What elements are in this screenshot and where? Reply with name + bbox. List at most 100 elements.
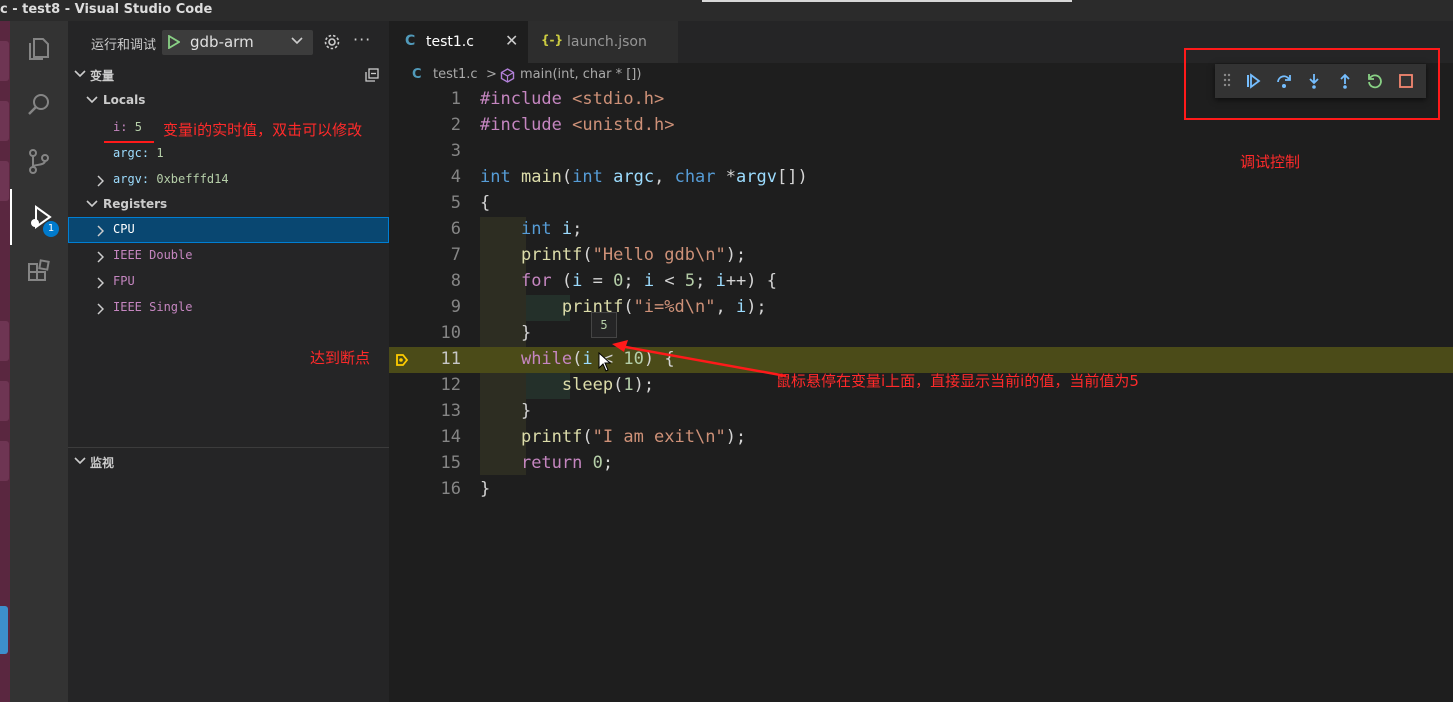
sidebar-header: 运行和调试 gdb-arm ··· xyxy=(68,21,389,63)
register-group-cpu[interactable]: CPU xyxy=(68,217,389,243)
code-line[interactable]: 8 for (i = 0; i < 5; i++) { xyxy=(389,269,1453,295)
code-text: } xyxy=(480,401,532,421)
annotation-arrow xyxy=(612,340,787,378)
variable-annotation: 变量i的实时值，双击可以修改 xyxy=(163,121,363,139)
line-number: 12 xyxy=(440,375,461,395)
debug-badge: 1 xyxy=(43,221,59,237)
dock-item[interactable] xyxy=(0,161,9,201)
register-group-fpu[interactable]: FPU xyxy=(68,269,389,295)
line-number: 4 xyxy=(450,167,461,187)
dock-item[interactable] xyxy=(0,321,9,361)
code-text: printf("I am exit\n"); xyxy=(520,427,747,447)
launch-config-select[interactable]: gdb-arm xyxy=(162,30,313,55)
chevron-right-icon xyxy=(97,251,104,263)
json-file-icon: {-} xyxy=(541,33,564,47)
code-text: for (i = 0; i < 5; i++) { xyxy=(520,271,777,291)
code-line[interactable]: 14 printf("I am exit\n"); xyxy=(389,425,1453,451)
collapse-all-icon[interactable] xyxy=(365,68,379,82)
line-number: 1 xyxy=(450,89,461,109)
variables-title: 变量 xyxy=(90,69,115,83)
tab-label: test1.c xyxy=(426,34,474,50)
line-number: 14 xyxy=(440,427,461,447)
tab-test1-c[interactable]: C test1.c ✕ xyxy=(389,21,528,63)
variable-value: 1 xyxy=(156,146,164,160)
register-group-label: FPU xyxy=(113,274,135,288)
line-number: 15 xyxy=(440,453,461,473)
code-line[interactable]: 13 } xyxy=(389,399,1453,425)
locals-scope[interactable]: Locals xyxy=(68,90,389,112)
chevron-right-icon xyxy=(97,277,104,289)
variable-underline xyxy=(104,141,154,143)
register-group-ieee-single[interactable]: IEEE Single xyxy=(68,295,389,321)
code-line[interactable]: 10 } xyxy=(389,321,1453,347)
source-control-icon xyxy=(29,149,49,174)
dock-item[interactable] xyxy=(0,41,9,81)
code-line[interactable]: 5{ xyxy=(389,191,1453,217)
tab-launch-json[interactable]: {-} launch.json xyxy=(528,21,678,63)
dock-item[interactable] xyxy=(0,381,9,421)
breadcrumb-symbol[interactable]: main(int, char * []) xyxy=(520,67,641,82)
activity-run-debug[interactable]: 1 xyxy=(10,189,68,245)
code-line[interactable]: 7 printf("Hello gdb\n"); xyxy=(389,243,1453,269)
breadcrumb: C test1.c > main(int, char * []) xyxy=(389,63,1189,87)
register-group-ieee-double[interactable]: IEEE Double xyxy=(68,243,389,269)
line-number: 2 xyxy=(450,115,461,135)
line-number: 7 xyxy=(450,245,461,265)
gear-icon[interactable] xyxy=(323,33,341,51)
watch-title: 监视 xyxy=(90,456,115,470)
dock-item[interactable] xyxy=(0,101,9,141)
activity-extensions[interactable] xyxy=(10,245,68,301)
chevron-down-icon xyxy=(86,200,98,208)
c-file-icon: C xyxy=(405,33,416,49)
register-group-label: IEEE Single xyxy=(113,300,193,314)
code-text: int main(int argc, char *argv[]) xyxy=(480,167,808,187)
search-icon xyxy=(28,94,49,115)
breadcrumb-file[interactable]: test1.c xyxy=(433,67,478,82)
code-line[interactable]: 6 int i; xyxy=(389,217,1453,243)
dock-item-active[interactable] xyxy=(0,606,8,654)
code-text: } xyxy=(480,479,491,499)
code-text: } xyxy=(480,323,532,343)
title-bar: c - test8 - Visual Studio Code xyxy=(0,0,1453,21)
registers-scope[interactable]: Registers xyxy=(68,194,389,216)
line-number: 16 xyxy=(440,479,461,499)
code-text: #include <unistd.h> xyxy=(480,115,675,135)
close-icon[interactable]: ✕ xyxy=(505,31,518,50)
registers-label: Registers xyxy=(103,197,168,211)
line-number: 11 xyxy=(440,349,461,369)
code-line[interactable]: 16} xyxy=(389,477,1453,503)
section-divider xyxy=(68,447,389,448)
variable-row-argv[interactable]: argv: 0xbefffd14 xyxy=(68,167,389,193)
variable-value: 0xbefffd14 xyxy=(156,172,229,186)
activity-search[interactable] xyxy=(10,77,68,133)
extensions-icon xyxy=(28,259,50,281)
os-dock xyxy=(0,21,10,702)
activity-source-control[interactable] xyxy=(10,133,68,189)
dock-item[interactable] xyxy=(0,441,9,481)
chevron-right-icon xyxy=(97,175,104,187)
code-text: return 0; xyxy=(520,453,614,473)
breakpoint-annotation: 达到断点 xyxy=(310,349,371,367)
code-line[interactable]: 9 printf("i=%d\n", i); xyxy=(389,295,1453,321)
debug-control-highlight-box xyxy=(1184,48,1440,120)
activity-explorer[interactable] xyxy=(10,21,68,77)
watch-section-header[interactable]: 监视 xyxy=(68,451,389,473)
code-line[interactable]: 15 return 0; xyxy=(389,451,1453,477)
more-actions-button[interactable]: ··· xyxy=(353,30,371,49)
register-group-label: CPU xyxy=(113,222,135,236)
chevron-down-icon xyxy=(86,96,98,104)
line-number: 6 xyxy=(450,219,461,239)
code-editor[interactable]: 1 #include <stdio.h> 2 #include <unistd.h>… xyxy=(389,87,1453,702)
code-text: int i; xyxy=(520,219,583,239)
title-bar-highlight xyxy=(702,0,1072,2)
tab-label: launch.json xyxy=(567,34,647,50)
line-number: 10 xyxy=(440,323,461,343)
chevron-right-icon xyxy=(97,225,104,237)
variable-name: argc: xyxy=(113,146,150,160)
start-debug-icon[interactable] xyxy=(168,35,180,49)
line-number: 5 xyxy=(450,193,461,213)
line-number: 9 xyxy=(450,297,461,317)
variable-row-argc[interactable]: argc: 1 xyxy=(68,141,389,167)
variables-section-header[interactable]: 变量 xyxy=(68,64,389,86)
c-file-icon: C xyxy=(412,67,422,82)
